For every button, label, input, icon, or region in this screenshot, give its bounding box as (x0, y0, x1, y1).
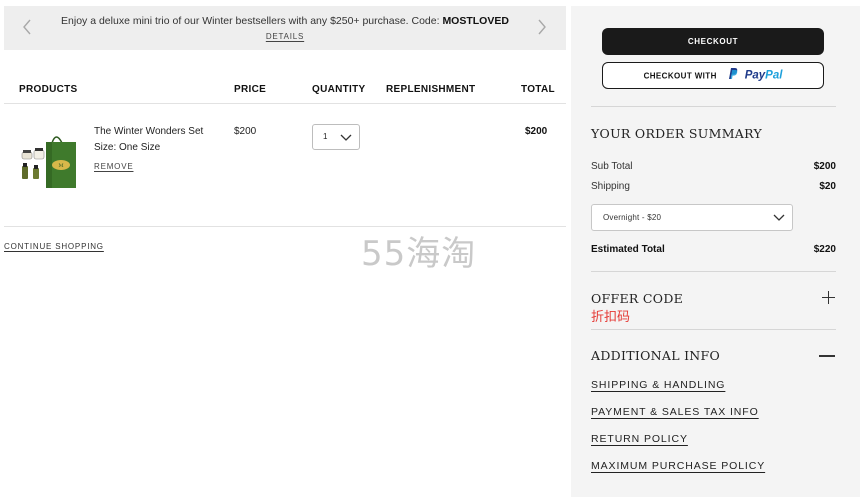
estimated-total-label: Estimated Total (591, 244, 665, 255)
subtotal-label: Sub Total (591, 161, 633, 172)
chevron-down-icon (773, 214, 785, 221)
shipping-method-value: Overnight - $20 (603, 213, 662, 222)
shipping-value: $20 (819, 181, 836, 192)
plus-icon[interactable] (822, 291, 835, 304)
chevron-down-icon (340, 134, 352, 141)
header-products: PRODUCTS (19, 84, 78, 95)
summary-divider-offer (591, 329, 836, 330)
summary-divider-top (591, 106, 836, 107)
svg-text:M: M (58, 163, 63, 169)
product-size: Size: One Size (94, 142, 161, 153)
paypal-prefix: CHECKOUT WITH (643, 71, 717, 81)
quantity-value: 1 (323, 132, 328, 141)
item-divider (4, 226, 566, 227)
maximum-purchase-policy-link[interactable]: MAXIMUM PURCHASE POLICY (591, 460, 765, 472)
subtotal-value: $200 (813, 161, 836, 172)
watermark: 55海淘 (361, 234, 477, 274)
continue-shopping-link[interactable]: CONTINUE SHOPPING (4, 242, 104, 251)
promo-code: MOSTLOVED (442, 15, 509, 27)
chevron-right-icon[interactable] (537, 19, 547, 39)
order-summary-panel: CHECKOUT CHECKOUT WITH PayPal YOUR ORDER… (571, 6, 860, 497)
product-total: $200 (525, 126, 548, 137)
order-summary-title: YOUR ORDER SUMMARY (591, 126, 763, 141)
additional-info-title[interactable]: ADDITIONAL INFO (591, 348, 720, 363)
summary-divider-mid (591, 271, 836, 272)
promo-banner: Enjoy a deluxe mini trio of our Winter b… (4, 6, 566, 50)
quantity-select[interactable]: 1 (312, 124, 360, 150)
header-divider (4, 103, 566, 104)
header-quantity: QUANTITY (312, 84, 366, 95)
product-price: $200 (234, 126, 257, 137)
estimated-total-value: $220 (813, 244, 836, 255)
payment-sales-tax-link[interactable]: PAYMENT & SALES TAX INFO (591, 406, 759, 418)
promo-details-link[interactable]: DETAILS (266, 32, 304, 41)
product-name[interactable]: The Winter Wonders Set (94, 126, 203, 137)
shipping-method-select[interactable]: Overnight - $20 (591, 204, 793, 231)
paypal-word-pal: Pal (765, 69, 783, 82)
header-price: PRICE (234, 84, 267, 95)
shipping-handling-link[interactable]: SHIPPING & HANDLING (591, 379, 725, 391)
header-replenishment: REPLENISHMENT (386, 84, 476, 95)
offer-code-subtitle: 折扣码 (591, 310, 631, 325)
header-total: TOTAL (521, 84, 555, 95)
remove-button[interactable]: REMOVE (94, 162, 133, 171)
paypal-icon (727, 63, 738, 88)
promo-message: Enjoy a deluxe mini trio of our Winter b… (4, 15, 566, 27)
promo-text: Enjoy a deluxe mini trio of our Winter b… (61, 15, 443, 27)
minus-icon[interactable] (819, 355, 835, 357)
shipping-label: Shipping (591, 181, 630, 192)
offer-code-title[interactable]: OFFER CODE (591, 291, 683, 306)
paypal-word-pay: Pay (744, 69, 766, 82)
checkout-button[interactable]: CHECKOUT (602, 28, 824, 55)
paypal-checkout-button[interactable]: CHECKOUT WITH PayPal (602, 62, 824, 89)
return-policy-link[interactable]: RETURN POLICY (591, 433, 688, 445)
product-image[interactable]: M (18, 128, 80, 192)
